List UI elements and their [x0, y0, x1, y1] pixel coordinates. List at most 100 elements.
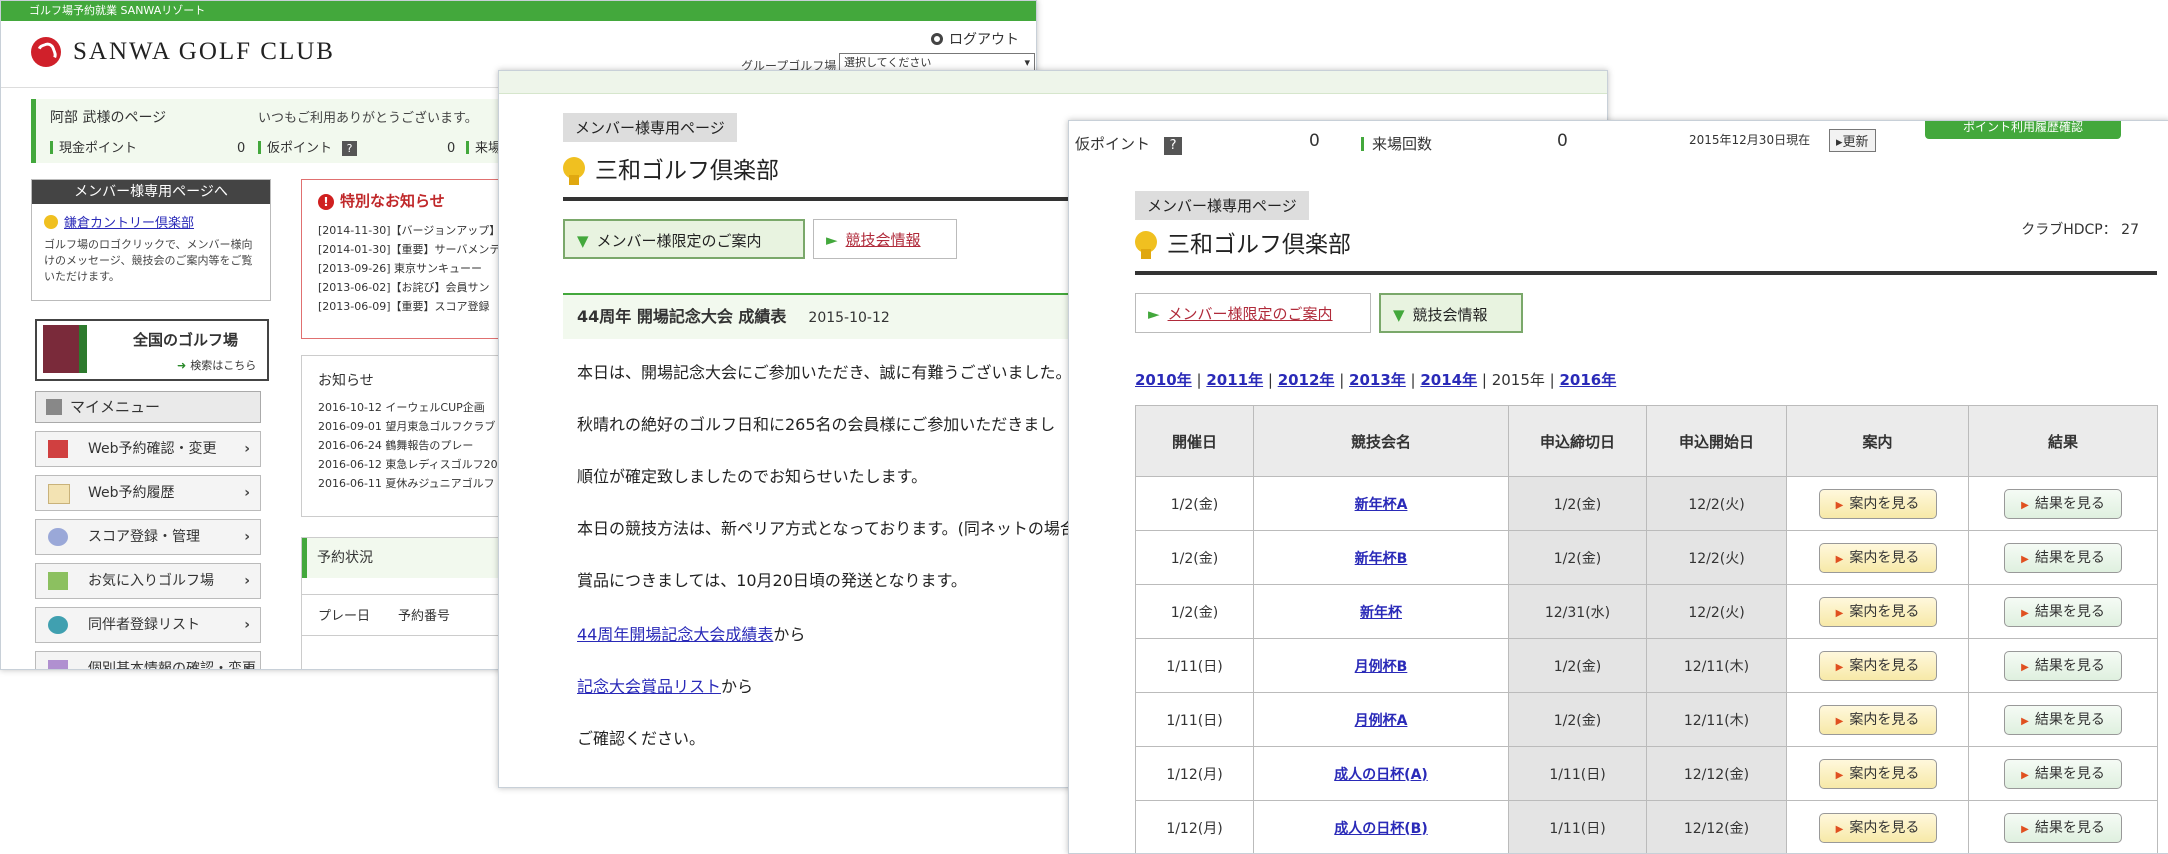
menu-item-profile[interactable]: 個別基本情報の確認・変更› — [35, 651, 261, 670]
notice-title: 特別なお知らせ — [340, 192, 445, 210]
cell-guide: ▶案内を見る — [1787, 531, 1969, 585]
cell-date: 1/2(金) — [1136, 531, 1254, 585]
view-result-button[interactable]: ▶結果を見る — [2004, 759, 2122, 789]
arrow-right-icon: ▶ — [1836, 554, 1844, 565]
document-icon — [48, 484, 70, 504]
visits-value: 0 — [1557, 131, 1568, 151]
person-icon — [48, 616, 68, 634]
table-row: 1/2(金)新年杯B1/2(金)12/2(火)▶案内を見る▶結果を見る — [1136, 531, 2158, 585]
prizes-link[interactable]: 記念大会賞品リスト — [577, 677, 721, 696]
view-result-button[interactable]: ▶結果を見る — [2004, 705, 2122, 735]
chevron-right-icon: › — [244, 476, 250, 510]
golf-course-banner[interactable]: 全国のゴルフ場 ➜検索はこちら — [35, 319, 269, 381]
arrow-right-icon: ▶ — [1836, 662, 1844, 673]
arrow-right-icon: ▶ — [2021, 500, 2029, 511]
table-row: 1/11(日)月例杯A1/2(金)12/11(木)▶案内を見る▶結果を見る — [1136, 693, 2158, 747]
closing-text: ご確認ください。 — [577, 725, 705, 749]
view-guide-button[interactable]: ▶案内を見る — [1819, 489, 1937, 519]
view-guide-button[interactable]: ▶案内を見る — [1819, 597, 1937, 627]
view-result-button[interactable]: ▶結果を見る — [2004, 651, 2122, 681]
col-name: 競技会名 — [1254, 406, 1509, 477]
cell-guide: ▶案内を見る — [1787, 747, 1969, 801]
year-link[interactable]: 2011年 — [1206, 371, 1263, 389]
title-rule — [1135, 271, 2157, 275]
cell-name: 月例杯A — [1254, 693, 1509, 747]
paragraph: 賞品につきましては、10月20日頃の発送となります。 — [577, 567, 967, 591]
competition-link[interactable]: 月例杯B — [1355, 659, 1408, 675]
arrow-right-icon: ▶ — [2021, 770, 2029, 781]
tab-competition[interactable]: ►競技会情報 — [813, 219, 957, 259]
view-result-button[interactable]: ▶結果を見る — [2004, 489, 2122, 519]
cell-guide: ▶案内を見る — [1787, 693, 1969, 747]
member-club-link[interactable]: 鎌倉カントリー倶楽部 — [64, 216, 194, 231]
provisional-points-value: 0 — [1309, 131, 1320, 151]
view-guide-button[interactable]: ▶案内を見る — [1819, 813, 1937, 843]
competition-link[interactable]: 新年杯B — [1355, 551, 1408, 567]
monitor-icon — [48, 440, 68, 458]
visit-count: 来場 — [466, 137, 501, 156]
menu-item-favorite[interactable]: お気に入りゴルフ場› — [35, 563, 261, 599]
year-link[interactable]: 2012年 — [1278, 371, 1335, 389]
year-link[interactable]: 2016年 — [1560, 371, 1617, 389]
table-row: 1/12(月)成人の日杯(B)1/11(日)12/12(金)▶案内を見る▶結果を… — [1136, 801, 2158, 854]
tab-member-info[interactable]: ▼メンバー様限定のご案内 — [563, 219, 805, 259]
help-icon[interactable]: ? — [342, 141, 357, 156]
competition-link[interactable]: 成人の日杯(B) — [1334, 821, 1427, 837]
results-link[interactable]: 44周年開場記念大会成績表 — [577, 625, 773, 644]
tab-member-info[interactable]: ►メンバー様限定のご案内 — [1135, 293, 1371, 333]
results-link-line: 44周年開場記念大会成績表から — [577, 621, 805, 645]
help-icon[interactable]: ? — [1164, 137, 1182, 155]
triangle-down-icon: ▼ — [1393, 306, 1405, 324]
brand-logo[interactable]: SANWA GOLF CLUB — [31, 37, 335, 67]
point-history-button[interactable]: ポイント利用履歴確認 — [1925, 120, 2121, 139]
table-header-row: 開催日 競技会名 申込締切日 申込開始日 案内 結果 — [1136, 406, 2158, 477]
flag-icon — [48, 572, 68, 590]
member-box-header: メンバー様専用ページへ — [32, 180, 270, 204]
chevron-right-icon: › — [244, 520, 250, 554]
medal-icon — [563, 157, 585, 179]
my-menu: マイメニュー Web予約確認・変更› Web予約履歴› スコア登録・管理› お気… — [35, 391, 261, 670]
tab-competition[interactable]: ▼競技会情報 — [1379, 293, 1523, 333]
arrow-right-icon: ▶ — [2021, 554, 2029, 565]
year-nav: 2010年 | 2011年 | 2012年 | 2013年 | 2014年 | … — [1135, 369, 1616, 390]
view-guide-button[interactable]: ▶案内を見る — [1819, 651, 1937, 681]
cell-date: 1/12(月) — [1136, 801, 1254, 854]
menu-item-web-reserve[interactable]: Web予約確認・変更› — [35, 431, 261, 467]
cell-deadline: 1/2(金) — [1509, 693, 1647, 747]
cell-date: 1/2(金) — [1136, 585, 1254, 639]
menu-item-companions[interactable]: 同伴者登録リスト› — [35, 607, 261, 643]
competition-link[interactable]: 新年杯 — [1360, 605, 1402, 621]
cell-guide: ▶案内を見る — [1787, 585, 1969, 639]
view-result-button[interactable]: ▶結果を見る — [2004, 543, 2122, 573]
competition-link[interactable]: 月例杯A — [1355, 713, 1408, 729]
cell-start: 12/12(金) — [1647, 801, 1787, 854]
view-result-button[interactable]: ▶結果を見る — [2004, 597, 2122, 627]
triangle-right-icon: ► — [1148, 305, 1160, 323]
provisional-points: 仮ポイント?0 — [258, 137, 455, 156]
menu-item-score[interactable]: スコア登録・管理› — [35, 519, 261, 555]
menu-item-history[interactable]: Web予約履歴› — [35, 475, 261, 511]
view-guide-button[interactable]: ▶案内を見る — [1819, 759, 1937, 789]
view-guide-button[interactable]: ▶案内を見る — [1819, 705, 1937, 735]
provisional-points-label: 仮ポイント? — [1075, 133, 1182, 155]
year-link[interactable]: 2010年 — [1135, 371, 1192, 389]
front-window: 仮ポイント? 0 来場回数 0 2015年12月30日現在 ▸更新 ポイント利用… — [1068, 120, 2168, 854]
power-icon — [931, 33, 943, 45]
logout-link[interactable]: ログアウト — [931, 29, 1019, 49]
competition-link[interactable]: 新年杯A — [1355, 497, 1408, 513]
view-result-button[interactable]: ▶結果を見る — [2004, 813, 2122, 843]
view-guide-button[interactable]: ▶案内を見る — [1819, 543, 1937, 573]
chevron-right-icon: › — [244, 432, 250, 466]
col-guide: 案内 — [1787, 406, 1969, 477]
arrow-right-icon: ➜ — [177, 359, 186, 372]
cell-guide: ▶案内を見る — [1787, 477, 1969, 531]
year-link[interactable]: 2014年 — [1420, 371, 1477, 389]
competition-link[interactable]: 成人の日杯(A) — [1334, 767, 1428, 783]
arrow-right-icon: ▶ — [2021, 716, 2029, 727]
top-bar — [499, 71, 1607, 94]
year-link[interactable]: 2013年 — [1349, 371, 1406, 389]
update-button[interactable]: ▸更新 — [1829, 129, 1876, 152]
cell-deadline: 1/2(金) — [1509, 639, 1647, 693]
cell-name: 成人の日杯(B) — [1254, 801, 1509, 854]
visits-label: 来場回数 — [1361, 133, 1432, 154]
